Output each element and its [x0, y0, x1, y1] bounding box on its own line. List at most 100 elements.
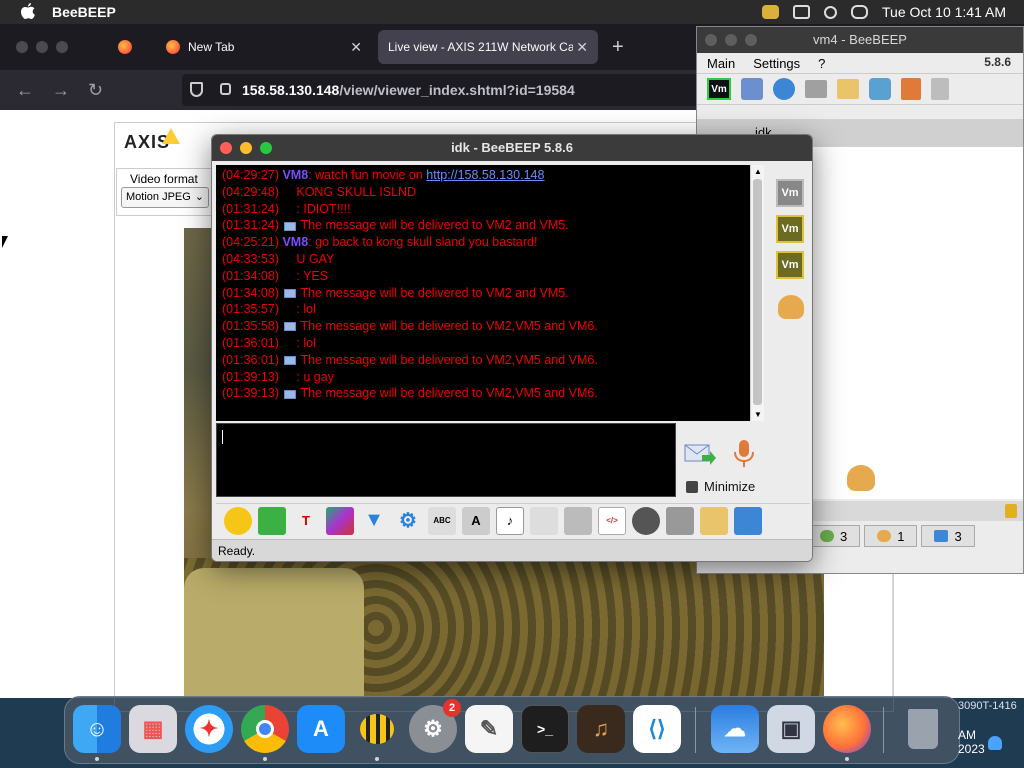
forward-icon[interactable]: → [52, 80, 70, 101]
dock-vscode[interactable]: ⟨⟩ [633, 705, 681, 753]
dock-beebeep[interactable] [353, 705, 401, 753]
html-icon[interactable]: </> [598, 506, 626, 535]
zoom-window-button[interactable] [56, 41, 68, 53]
add-members-icon[interactable] [778, 295, 804, 319]
edit-profile-icon[interactable] [741, 78, 763, 100]
message-text: : lol [296, 335, 316, 350]
reload-icon[interactable]: ↻ [88, 80, 103, 101]
spellcheck-icon[interactable]: ABC [428, 506, 456, 535]
minimize-toggle[interactable]: Minimize [686, 479, 755, 494]
menu-help[interactable]: ? [818, 56, 825, 71]
tab-firefox-home[interactable] [108, 30, 148, 64]
user-status-icon[interactable]: Vm [707, 78, 731, 100]
dock-weather[interactable]: ☁ [711, 705, 759, 753]
dock-chrome[interactable] [241, 705, 289, 753]
trash-icon[interactable] [931, 78, 949, 100]
tab-new-tab[interactable]: New Tab ✕ [156, 30, 372, 64]
save-chat-icon[interactable] [734, 506, 762, 535]
filter-icon[interactable]: ▼ [360, 507, 388, 535]
shield-icon[interactable] [190, 82, 203, 97]
scrollbar-thumb[interactable] [753, 179, 762, 405]
message-text: : u gay [296, 369, 334, 384]
record-icon[interactable] [632, 506, 660, 535]
close-tab-icon[interactable]: ✕ [576, 39, 588, 56]
dock-terminal[interactable]: >_ [521, 705, 569, 753]
filter-input[interactable] [813, 501, 1023, 521]
text-format-icon[interactable]: T [292, 507, 320, 535]
send-icon[interactable] [684, 441, 716, 467]
apple-icon[interactable] [20, 3, 36, 21]
dock-textedit[interactable]: ✎ [465, 705, 513, 753]
menu-main[interactable]: Main [707, 56, 735, 71]
minimize-window-button[interactable] [240, 142, 252, 154]
book-icon[interactable] [901, 78, 921, 100]
message-sender[interactable]: VM8 [282, 235, 308, 249]
url-host: 158.58.130.148 [242, 82, 340, 98]
beebeep-status-icon[interactable] [762, 5, 779, 19]
emoji-icon[interactable] [224, 506, 252, 535]
chat-message: (01:36:01) : lol [222, 335, 744, 352]
system-message: (01:34:08) The message will be delivered… [222, 285, 744, 302]
dock-trash[interactable] [899, 705, 947, 753]
close-window-button[interactable] [16, 41, 28, 53]
scroll-down-icon[interactable]: ▼ [754, 410, 762, 419]
dock-safari[interactable]: ✦ [185, 705, 233, 753]
member-avatar[interactable]: Vm [776, 215, 804, 243]
puzzle-icon[interactable] [564, 506, 592, 535]
search-icon[interactable] [824, 5, 837, 19]
notes-icon[interactable] [700, 506, 728, 535]
bell-icon[interactable] [988, 736, 1002, 750]
active-app-name[interactable]: BeeBEEP [52, 4, 116, 20]
member-avatar[interactable]: Vm [776, 179, 804, 207]
back-icon[interactable]: ← [16, 80, 34, 101]
control-center-icon[interactable] [851, 5, 868, 19]
close-window-button[interactable] [220, 142, 232, 154]
minimize-window-button[interactable] [725, 34, 737, 46]
zoom-window-button[interactable] [745, 34, 757, 46]
member-avatar[interactable]: Vm [776, 251, 804, 279]
message-input[interactable] [216, 423, 676, 497]
font-icon[interactable]: A [462, 506, 490, 535]
write-message-icon[interactable] [837, 79, 859, 99]
window-stack-icon[interactable] [793, 5, 810, 19]
message-text: U GAY [296, 251, 335, 266]
menu-settings[interactable]: Settings [753, 56, 800, 71]
dock-garageband[interactable]: ♫ [577, 705, 625, 753]
dock-system-settings[interactable]: ⚙ 2 [409, 699, 461, 753]
music-note-icon[interactable]: ♪ [496, 506, 524, 535]
url-bar[interactable]: 158.58.130.148 /view/viewer_index.shtml?… [182, 74, 702, 106]
color-icon[interactable] [326, 506, 354, 535]
gear-icon[interactable]: ⚙ [394, 507, 422, 535]
zoom-window-button[interactable] [260, 142, 272, 154]
minimize-window-button[interactable] [36, 41, 48, 53]
document-icon[interactable] [530, 506, 558, 535]
new-tab-button[interactable]: + [612, 36, 624, 59]
close-tab-icon[interactable]: ✕ [350, 39, 362, 56]
dock-preview[interactable]: ▣ [767, 705, 815, 753]
menubar-clock[interactable]: Tue Oct 10 1:41 AM [882, 4, 1006, 20]
network-icon[interactable] [773, 78, 795, 100]
message-log[interactable]: (04:29:27) VM8: watch fun movie on http:… [216, 165, 750, 421]
message-scrollbar[interactable]: ▲ ▼ [750, 165, 764, 421]
envelope-icon[interactable] [258, 506, 286, 535]
close-window-button[interactable] [705, 34, 717, 46]
dock-finder[interactable]: ☺ [73, 705, 121, 753]
dock-launchpad[interactable]: ▦ [129, 705, 177, 753]
plugins-icon[interactable] [869, 78, 891, 100]
message-link[interactable]: http://158.58.130.148 [426, 168, 544, 182]
dock-app-store[interactable]: A [297, 705, 345, 753]
broom-icon[interactable] [1005, 504, 1017, 518]
video-format-select[interactable]: Motion JPEG ⌄ [121, 187, 209, 208]
tab-live-view[interactable]: Live view - AXIS 211W Network Cam ✕ [378, 30, 598, 64]
tab-chats[interactable]: 3 [807, 525, 861, 547]
scroll-up-icon[interactable]: ▲ [754, 167, 762, 176]
dock-firefox[interactable] [823, 705, 871, 753]
tab-files[interactable]: 3 [921, 525, 975, 547]
lock-icon[interactable] [220, 83, 231, 95]
screenshot-icon[interactable] [666, 506, 694, 535]
checkbox[interactable] [686, 480, 698, 493]
microphone-icon[interactable] [732, 439, 756, 469]
folder-icon[interactable] [805, 80, 827, 98]
tab-users[interactable]: 1 [864, 525, 918, 547]
message-sender[interactable]: VM8 [282, 168, 308, 182]
